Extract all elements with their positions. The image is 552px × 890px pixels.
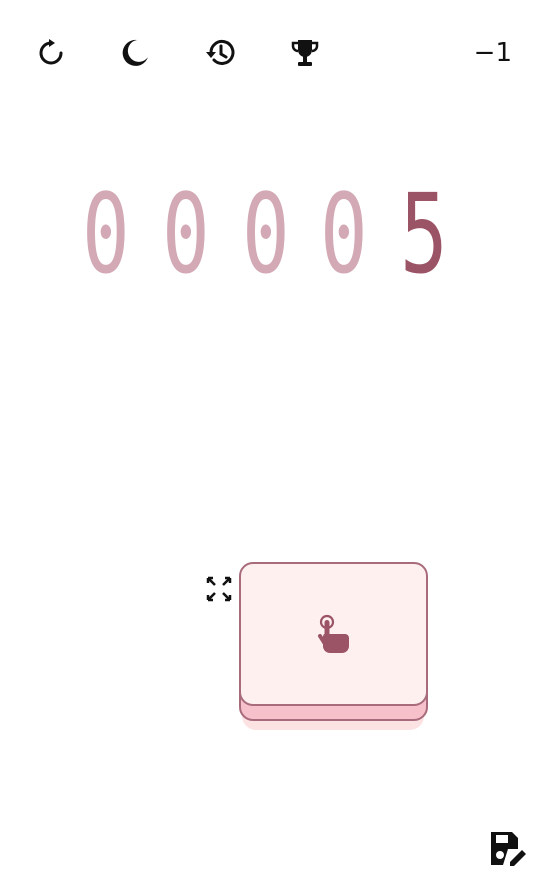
reset-icon[interactable]	[34, 36, 68, 70]
moon-glyph	[122, 39, 148, 66]
tap-button[interactable]	[239, 562, 428, 706]
trophy-icon[interactable]	[288, 36, 322, 70]
tap-hand-icon	[317, 614, 349, 653]
save-edit-icon[interactable]	[488, 829, 528, 869]
counter-digit: 0	[82, 170, 130, 298]
counter-digit-active: 5	[400, 170, 448, 298]
moon-icon[interactable]	[118, 36, 152, 70]
counter-digit: 0	[162, 170, 210, 298]
trophy-glyph	[291, 40, 319, 66]
reset-glyph	[39, 39, 63, 65]
history-icon[interactable]	[203, 36, 237, 70]
fullscreen-glyph	[206, 576, 232, 602]
counter-digit: 0	[320, 170, 368, 298]
counter-display: 0 0 0 0 5	[82, 170, 462, 298]
history-glyph	[206, 39, 235, 65]
fullscreen-icon[interactable]	[205, 575, 233, 603]
save-edit-glyph	[491, 832, 526, 866]
counter-digit: 0	[242, 170, 290, 298]
step-value[interactable]: −1	[474, 36, 512, 70]
